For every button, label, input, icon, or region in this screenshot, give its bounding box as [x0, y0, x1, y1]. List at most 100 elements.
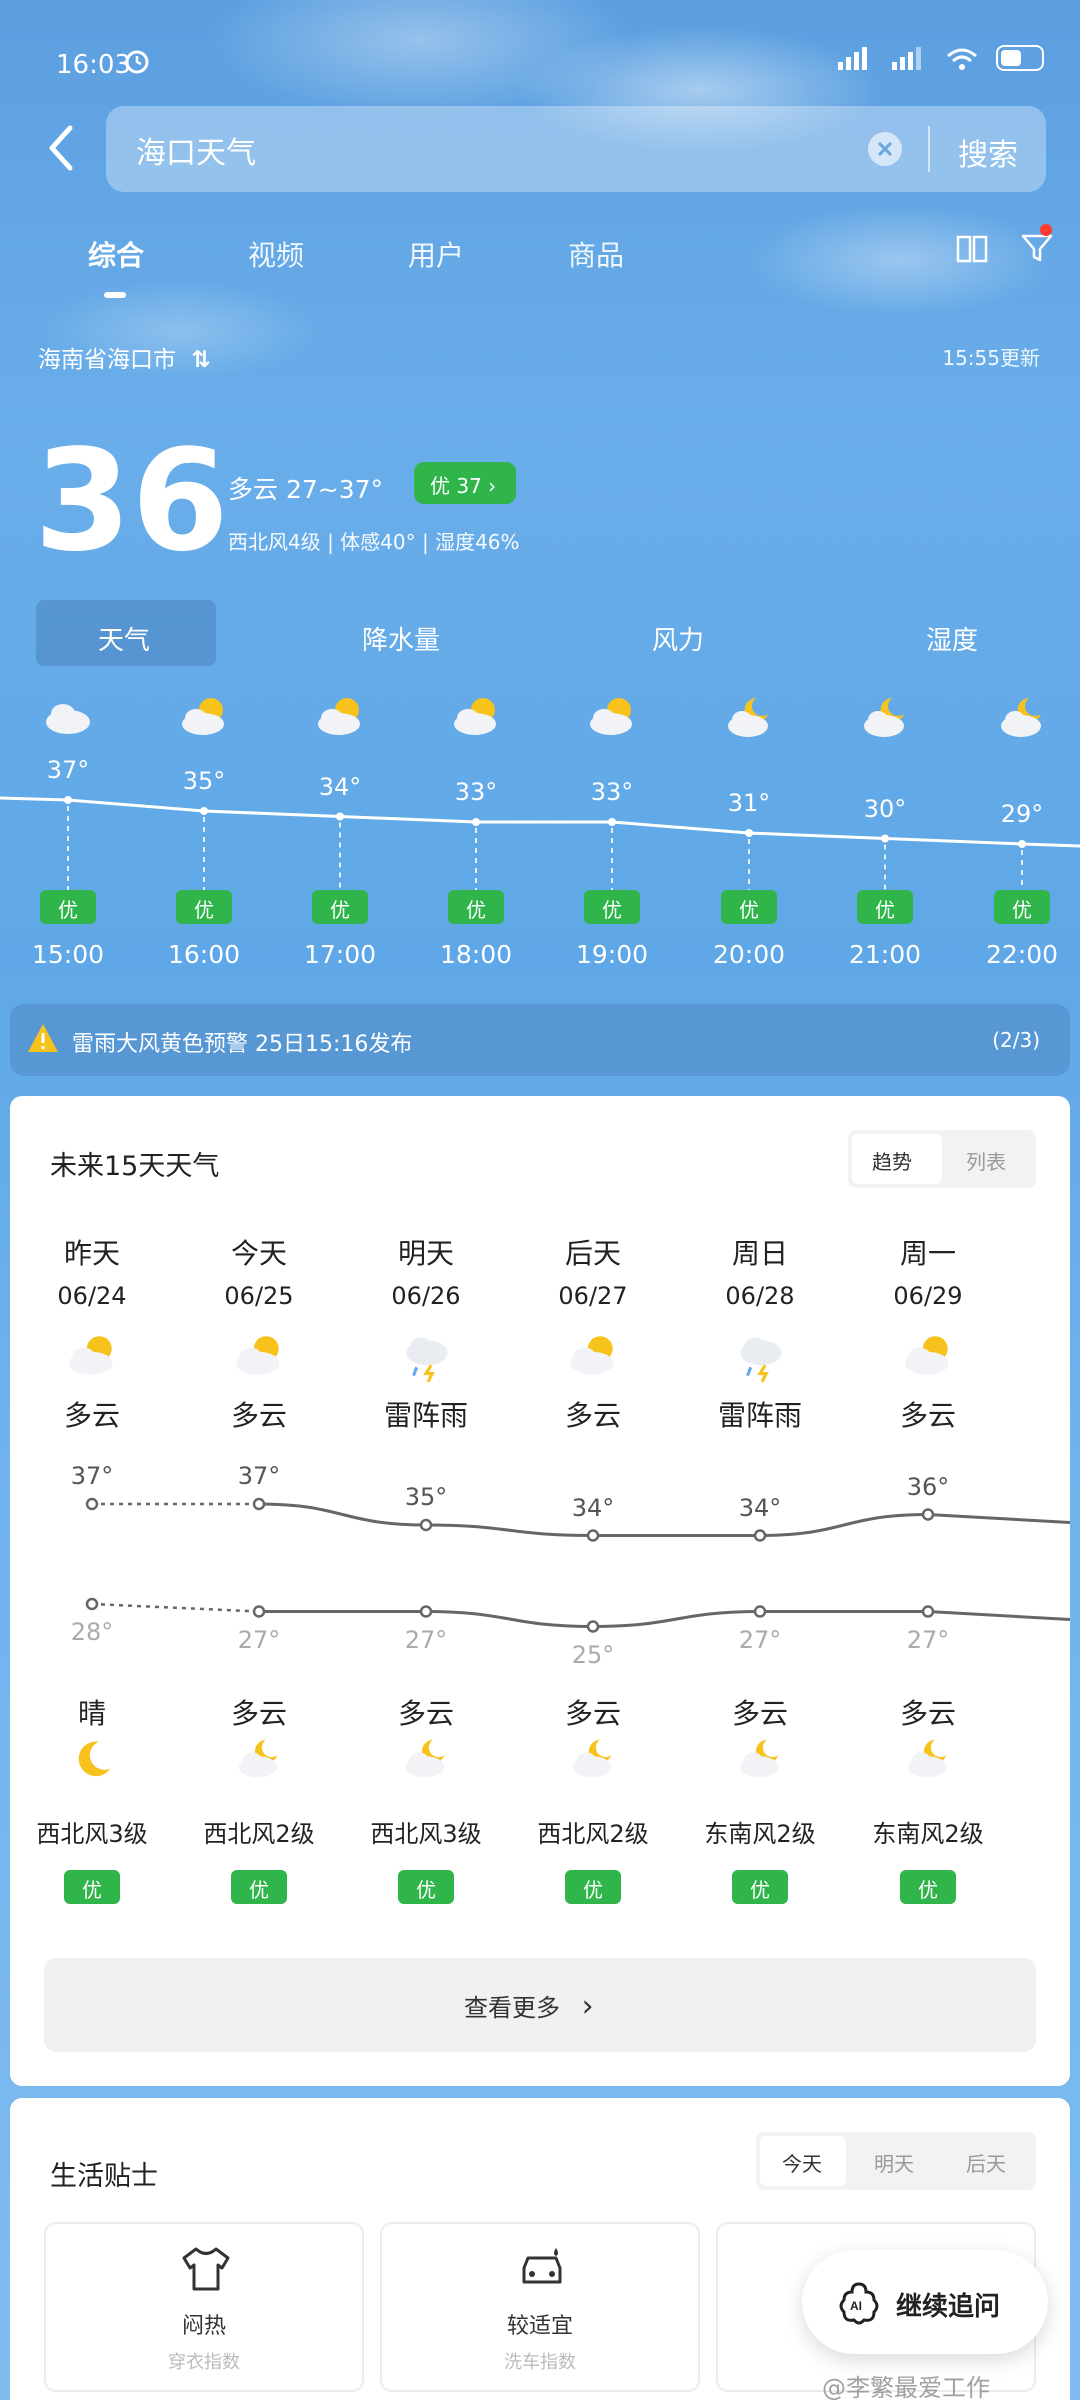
degree-symbol: ° — [176, 440, 200, 496]
high-temp: 35° — [404, 1483, 448, 1511]
high-temp: 34° — [738, 1493, 782, 1522]
notification-dot — [1040, 224, 1052, 236]
filter-icon[interactable] — [1020, 232, 1054, 264]
day-name: 周一 — [899, 1237, 956, 1270]
day-date: 06/27 — [558, 1282, 628, 1310]
night-condition: 多云 — [564, 1697, 621, 1730]
alert-text: 雷雨大风黄色预警 25日15:16发布 — [72, 1032, 413, 1057]
day-date: 06/29 — [893, 1282, 963, 1310]
ai-icon: AI — [839, 2282, 879, 2325]
low-temp: 27° — [738, 1625, 782, 1654]
forecast-day[interactable]: 后天 06/27 多云 34° 25° 多云 西北风2级优 — [509, 1232, 677, 1912]
forecast-day[interactable]: 明天 06/26 雷阵雨 35° 27° 多云 西北风3级优 — [342, 1232, 510, 1912]
thunderstorm-icon — [406, 1337, 448, 1383]
hourly-temp: 30° — [863, 794, 907, 823]
life-tips-title: 生活贴士 — [50, 2161, 158, 2192]
cloudy-night-icon — [572, 1739, 612, 1778]
day-condition: 多云 — [899, 1399, 956, 1432]
subtab-humidity[interactable]: 湿度 — [926, 620, 978, 657]
hourly-item: 34° 优 17:00 — [290, 692, 390, 969]
partly-cloudy-icon — [454, 698, 496, 735]
signal-icon — [838, 47, 867, 70]
clear-icon[interactable] — [868, 132, 902, 166]
toggle-list[interactable]: 列表 — [966, 1146, 1006, 1175]
night-condition: 晴 — [77, 1697, 106, 1730]
hourly-time: 17:00 — [303, 940, 377, 969]
high-temp: 34° — [571, 1493, 615, 1522]
forecast-day[interactable]: 昨天 06/24 多云 37° 28° 晴西北风3级优 — [8, 1232, 176, 1912]
alarm-icon — [125, 50, 149, 74]
hourly-temp: 34° — [318, 772, 362, 801]
hourly-aqi-badge: 优 — [584, 890, 640, 924]
toggle-day-after[interactable]: 后天 — [966, 2148, 1006, 2177]
day-date: 06/24 — [57, 1282, 127, 1310]
life-tip-label: 闷热 — [181, 2314, 226, 2339]
tab-general[interactable]: 综合 — [88, 234, 144, 274]
high-temp: 37° — [70, 1462, 114, 1490]
cloudy-night-icon — [238, 1739, 278, 1778]
cloudy-night-icon — [907, 1739, 947, 1778]
toggle-today[interactable]: 今天 — [782, 2148, 822, 2177]
partly-cloudy-icon — [590, 698, 632, 735]
location-switch[interactable]: 海南省海口市 ⇅ — [38, 340, 211, 374]
back-button[interactable] — [42, 122, 82, 174]
hourly-aqi-badge: 优 — [176, 890, 232, 924]
partly-cloudy-icon — [318, 698, 360, 735]
tab-users[interactable]: 用户 — [408, 234, 464, 274]
wind-level: 东南风2级 — [872, 1820, 984, 1848]
aqi-badge[interactable]: 优 37 › — [414, 462, 516, 504]
life-tip-sub: 穿衣指数 — [168, 2352, 240, 2373]
hourly-point — [200, 807, 208, 815]
car-wash-icon — [522, 2248, 562, 2284]
search-button[interactable]: 搜索 — [958, 130, 1018, 174]
forecast-day[interactable]: 周日 06/28 雷阵雨 34° 27° 多云 东南风2级优 — [676, 1232, 844, 1912]
day-aqi-badge: 优 — [231, 1870, 287, 1904]
night-condition: 多云 — [731, 1697, 788, 1730]
day-date: 06/26 — [391, 1282, 461, 1310]
hourly-time: 15:00 — [31, 940, 105, 969]
day-aqi-badge: 优 — [732, 1870, 788, 1904]
toggle-trend[interactable]: 趋势 — [872, 1146, 912, 1175]
cloudy-night-icon — [728, 698, 768, 737]
day-aqi-badge: 优 — [565, 1870, 621, 1904]
cloudy-night-icon — [1001, 698, 1041, 737]
forecast-day[interactable]: 今天 06/25 多云 37° 27° 多云 西北风2级优 — [175, 1232, 343, 1912]
forecast-day[interactable]: 周一 06/29 多云 36° 27° 多云 东南风2级优 — [844, 1232, 1012, 1912]
hourly-point — [608, 818, 616, 826]
hourly-time: 21:00 — [848, 940, 922, 969]
watermark: @李繁最爱工作 — [822, 2374, 990, 2400]
tab-products[interactable]: 商品 — [568, 234, 624, 274]
tshirt-icon — [182, 2247, 230, 2291]
hourly-item: 29° 优 22:00 — [972, 692, 1072, 969]
battery-icon — [996, 45, 1044, 71]
cloudy-day-icon — [46, 704, 90, 734]
cloudy-night-icon — [739, 1739, 779, 1778]
life-tip-clothing[interactable]: 闷热 穿衣指数 — [44, 2222, 364, 2392]
subtab-weather[interactable]: 天气 — [98, 620, 150, 657]
hourly-temp: 31° — [727, 789, 771, 817]
thunderstorm-icon — [740, 1337, 782, 1383]
toggle-tomorrow[interactable]: 明天 — [874, 2148, 914, 2177]
hourly-aqi-badge: 优 — [312, 890, 368, 924]
subtab-precipitation[interactable]: 降水量 — [362, 620, 440, 657]
day-name: 昨天 — [63, 1237, 120, 1270]
subtab-wind[interactable]: 风力 — [652, 620, 704, 657]
day-date: 06/28 — [725, 1282, 795, 1310]
hourly-time: 20:00 — [712, 940, 786, 969]
moon-icon — [78, 1741, 111, 1777]
warning-icon — [28, 1024, 58, 1052]
hourly-time: 16:00 — [167, 940, 241, 969]
partly-cloudy-icon — [236, 1336, 280, 1375]
low-temp: 27° — [404, 1625, 448, 1654]
tab-video[interactable]: 视频 — [248, 234, 304, 274]
low-temp: 27° — [237, 1625, 281, 1654]
hourly-temp: 29° — [1000, 800, 1044, 828]
partly-cloudy-icon — [570, 1336, 614, 1375]
view-toggle: 趋势 列表 — [848, 1130, 1036, 1188]
book-icon[interactable] — [956, 234, 988, 264]
day-name: 明天 — [397, 1237, 454, 1270]
alert-count: (2/3) — [992, 1028, 1040, 1052]
life-tip-sub: 洗车指数 — [504, 2352, 576, 2373]
high-temp: 37° — [237, 1462, 281, 1490]
life-tip-carwash[interactable]: 较适宜 洗车指数 — [380, 2222, 700, 2392]
